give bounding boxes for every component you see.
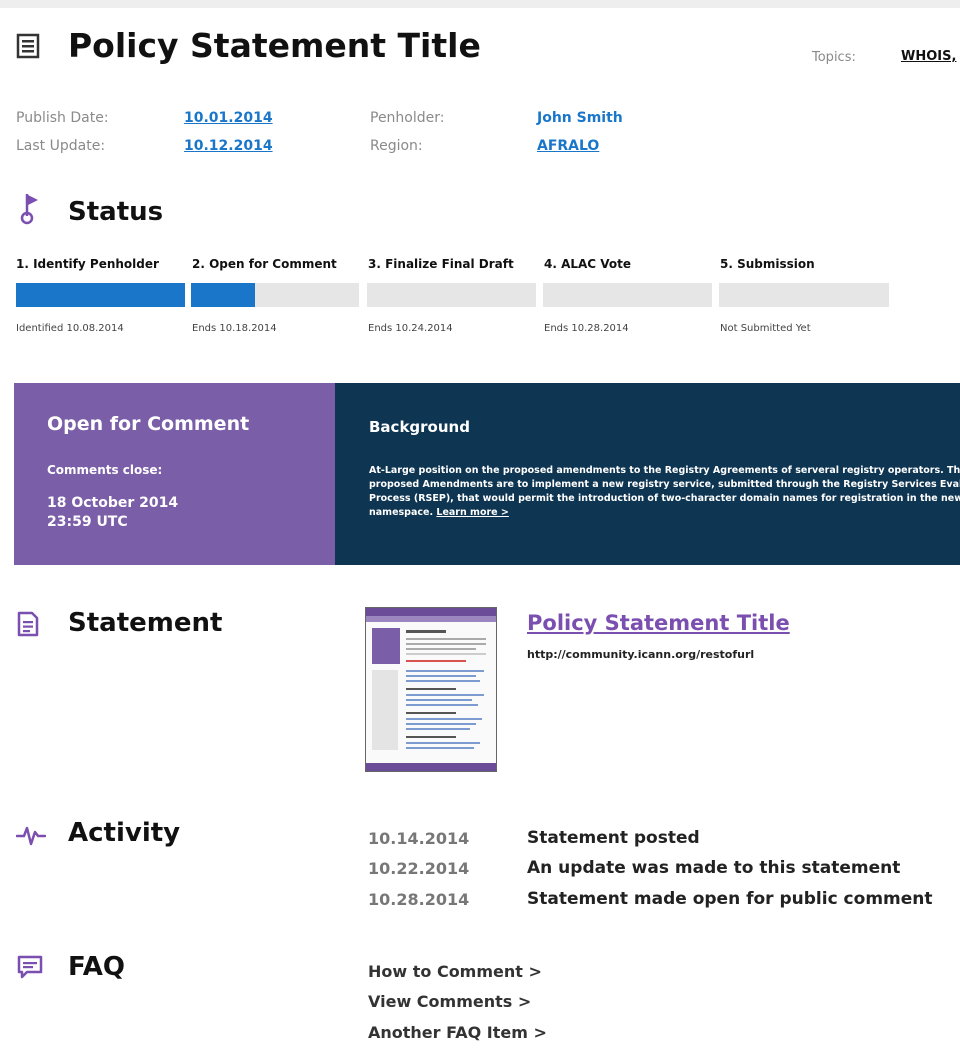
activity-date: 10.14.2014: [368, 829, 470, 848]
background-title: Background: [369, 418, 470, 436]
activity-date: 10.28.2014: [368, 890, 470, 909]
step-3-bar: [367, 283, 536, 307]
activity-date: 10.22.2014: [368, 859, 470, 878]
statement-title: Statement: [68, 608, 223, 638]
step-5-label: 5. Submission: [720, 257, 815, 271]
page-title: Policy Statement Title: [68, 26, 481, 65]
topic-link-whois[interactable]: WHOIS,: [901, 49, 956, 64]
step-2-note: Ends 10.18.2014: [192, 323, 277, 334]
step-2-label: 2. Open for Comment: [192, 257, 337, 271]
last-update-link[interactable]: 10.12.2014: [184, 138, 273, 154]
penholder-label: Penholder:: [370, 110, 445, 126]
document-list-icon: [16, 33, 40, 59]
step-4-bar: [543, 283, 712, 307]
step-4-note: Ends 10.28.2014: [544, 323, 629, 334]
pulse-icon: [16, 824, 46, 846]
step-1-fill: [16, 283, 185, 307]
activity-text: An update was made to this statement: [527, 858, 901, 878]
step-1-note: Identified 10.08.2014: [16, 323, 124, 334]
background-panel: Background At-Large position on the prop…: [335, 383, 960, 565]
flag-pin-icon: [17, 192, 41, 226]
step-2-bar: [191, 283, 359, 307]
activity-text: Statement made open for public comment: [527, 889, 933, 909]
comment-period-panel: Open for Comment Comments close: 18 Octo…: [14, 383, 335, 565]
background-text: At-Large position on the proposed amendm…: [369, 464, 960, 520]
step-5-note: Not Submitted Yet: [720, 323, 811, 334]
activity-text: Statement posted: [527, 828, 700, 848]
region-link[interactable]: AFRALO: [537, 138, 599, 154]
faq-link-view-comments[interactable]: View Comments >: [368, 992, 531, 1011]
step-5-bar: [719, 283, 889, 307]
step-2-fill: [191, 283, 255, 307]
faq-title: FAQ: [68, 952, 126, 982]
penholder-link[interactable]: John Smith: [537, 110, 623, 126]
comments-close-date: 18 October 2014: [47, 495, 179, 511]
region-label: Region:: [370, 138, 423, 154]
document-icon: [17, 611, 39, 637]
step-1-label: 1. Identify Penholder: [16, 257, 159, 271]
learn-more-link[interactable]: Learn more >: [436, 507, 508, 518]
top-bar: [0, 0, 960, 8]
topics-label: Topics:: [812, 50, 856, 65]
status-title: Status: [68, 197, 164, 227]
step-4-label: 4. ALAC Vote: [544, 257, 632, 271]
activity-title: Activity: [68, 818, 181, 848]
statement-thumbnail[interactable]: [365, 607, 497, 772]
chat-bubble-icon: [17, 955, 43, 979]
faq-link-how-to-comment[interactable]: How to Comment >: [368, 962, 542, 981]
comments-close-label: Comments close:: [47, 463, 163, 477]
statement-url[interactable]: http://community.icann.org/restofurl: [527, 648, 754, 661]
step-3-label: 3. Finalize Final Draft: [368, 257, 514, 271]
statement-link[interactable]: Policy Statement Title: [527, 611, 790, 635]
last-update-label: Last Update:: [16, 138, 106, 154]
comment-panel-title: Open for Comment: [47, 413, 250, 435]
faq-link-another-item[interactable]: Another FAQ Item >: [368, 1023, 547, 1042]
step-1-bar: [16, 283, 185, 307]
publish-date-label: Publish Date:: [16, 110, 109, 126]
step-3-note: Ends 10.24.2014: [368, 323, 453, 334]
publish-date-link[interactable]: 10.01.2014: [184, 110, 273, 126]
comments-close-time: 23:59 UTC: [47, 514, 128, 530]
